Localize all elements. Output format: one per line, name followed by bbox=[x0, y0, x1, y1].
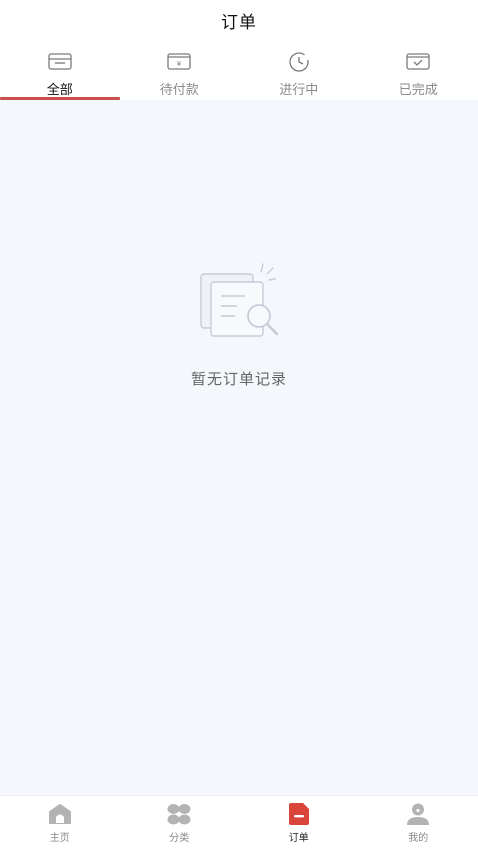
empty-state: 暂无订单记录 bbox=[0, 260, 478, 389]
svg-text:¥: ¥ bbox=[177, 60, 182, 68]
page-header: 订单 bbox=[0, 0, 478, 40]
tab-label: 进行中 bbox=[279, 83, 319, 98]
nav-label: 主页 bbox=[49, 833, 70, 844]
tab-label: 待付款 bbox=[159, 83, 199, 98]
card-icon bbox=[47, 51, 73, 73]
nav-label: 订单 bbox=[288, 833, 309, 844]
clock-icon bbox=[286, 51, 312, 73]
tab-label: 全部 bbox=[46, 83, 73, 98]
tab-in-progress[interactable]: 进行中 bbox=[239, 46, 359, 100]
nav-item-home[interactable]: 主页 bbox=[0, 796, 120, 850]
nav-item-category[interactable]: 分类 bbox=[120, 796, 240, 850]
tab-completed[interactable]: 已完成 bbox=[359, 46, 478, 100]
order-status-tabs: 全部 ¥ 待付款 进行中 已完成 bbox=[0, 46, 478, 100]
order-list-area: 暂无订单记录 bbox=[0, 100, 478, 795]
yen-card-icon: ¥ bbox=[166, 51, 192, 73]
tab-label: 已完成 bbox=[398, 83, 438, 98]
home-icon bbox=[47, 802, 73, 826]
nav-item-orders[interactable]: 订单 bbox=[239, 796, 359, 850]
nav-item-profile[interactable]: 我的 bbox=[359, 796, 478, 850]
check-card-icon bbox=[405, 51, 431, 73]
nav-label: 我的 bbox=[408, 833, 429, 844]
page-title: 订单 bbox=[221, 12, 257, 33]
profile-icon bbox=[405, 802, 431, 826]
orders-screen: 订单 全部 ¥ 待付款 进行中 已完成 暂无订单记录 主页 分类 订单 我的 bbox=[0, 0, 478, 850]
order-icon bbox=[286, 802, 312, 826]
document-search-icon bbox=[189, 260, 289, 350]
nav-label: 分类 bbox=[169, 833, 190, 844]
tab-pending-payment[interactable]: ¥ 待付款 bbox=[120, 46, 240, 100]
category-icon bbox=[166, 802, 192, 826]
bottom-navigation: 主页 分类 订单 我的 bbox=[0, 795, 478, 850]
tab-all[interactable]: 全部 bbox=[0, 46, 120, 100]
empty-state-message: 暂无订单记录 bbox=[190, 370, 287, 388]
